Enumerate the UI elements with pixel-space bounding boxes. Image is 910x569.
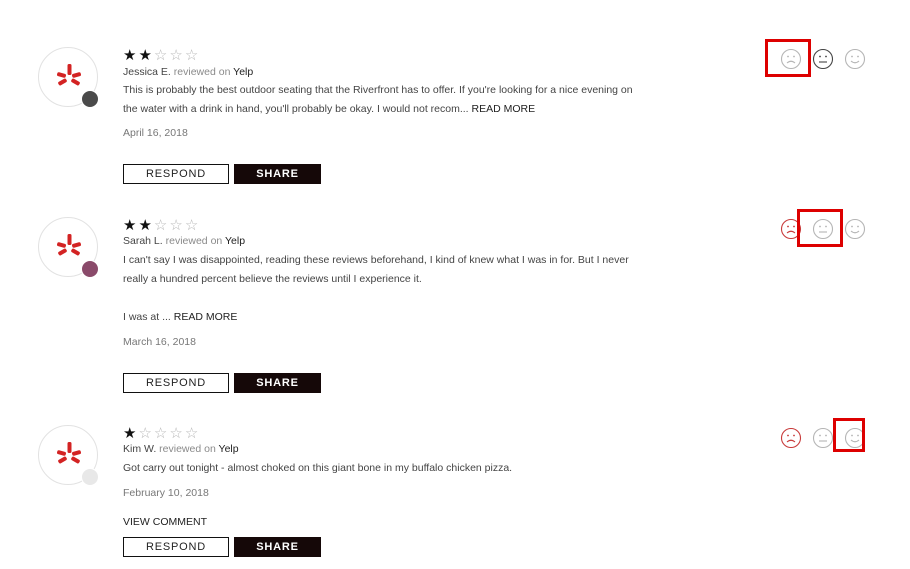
review-text: I can't say I was disappointed, reading … [123, 251, 683, 327]
platform-avatar [38, 425, 99, 486]
star-empty-icon: ☆ [153, 47, 170, 64]
author-name: Jessica E. [123, 66, 171, 78]
view-comment-link[interactable]: VIEW COMMENT [123, 516, 207, 528]
platform-name: Yelp [225, 235, 246, 247]
author-name: Sarah L. [123, 235, 163, 247]
user-avatar [81, 90, 99, 108]
platform-avatar [38, 217, 99, 278]
star-rating: ★☆☆☆☆ [123, 426, 200, 441]
share-button[interactable]: SHARE [234, 537, 321, 557]
review-byline: Sarah L. reviewed on Yelp [123, 235, 245, 247]
read-more-link[interactable]: READ MORE [171, 311, 238, 323]
star-filled-icon: ★ [138, 217, 154, 234]
neutral-face-icon[interactable] [812, 427, 834, 449]
review-text-line: I can't say I was disappointed, reading … [123, 254, 629, 266]
star-empty-icon: ☆ [184, 217, 201, 234]
respond-button[interactable]: RESPOND [123, 373, 229, 393]
yelp-logo-icon [57, 234, 81, 256]
star-empty-icon: ☆ [169, 47, 185, 64]
review-date: February 10, 2018 [123, 487, 209, 499]
review-text-line: really a hundred percent believe the rev… [123, 273, 422, 285]
review-byline: Kim W. reviewed on Yelp [123, 443, 239, 455]
star-empty-icon: ☆ [169, 425, 185, 442]
platform-avatar [38, 47, 99, 108]
frown-face-icon[interactable] [780, 427, 802, 449]
reviewed-word: reviewed [159, 443, 202, 455]
star-empty-icon: ☆ [169, 217, 185, 234]
star-filled-icon: ★ [123, 217, 139, 234]
star-rating: ★★☆☆☆ [123, 48, 200, 63]
review-text-line: I was at ... READ MORE [123, 311, 238, 323]
review-text: This is probably the best outdoor seatin… [123, 81, 683, 119]
yelp-logo-icon [57, 442, 81, 464]
frown-face-icon[interactable] [780, 48, 802, 70]
smile-face-icon[interactable] [844, 427, 866, 449]
neutral-face-icon[interactable] [812, 48, 834, 70]
smile-face-icon[interactable] [844, 218, 866, 240]
author-name: Kim W. [123, 443, 157, 455]
star-filled-icon: ★ [123, 425, 139, 442]
respond-button[interactable]: RESPOND [123, 537, 229, 557]
on-word: on [210, 235, 223, 247]
review-text-line: Got carry out tonight - almost choked on… [123, 462, 513, 474]
neutral-face-icon[interactable] [812, 218, 834, 240]
star-filled-icon: ★ [138, 47, 154, 64]
star-empty-icon: ☆ [138, 425, 154, 442]
on-word: on [218, 66, 231, 78]
frown-face-icon[interactable] [780, 218, 802, 240]
read-more-link[interactable]: READ MORE [469, 103, 535, 115]
reviewed-word: reviewed [165, 235, 208, 247]
on-word: on [204, 443, 216, 455]
reviewed-word: reviewed [173, 66, 216, 78]
yelp-logo-icon [57, 64, 81, 86]
platform-name: Yelp [218, 443, 239, 455]
share-button[interactable]: SHARE [234, 164, 321, 184]
user-avatar [81, 260, 99, 278]
review-byline: Jessica E. reviewed on Yelp [123, 66, 253, 78]
review-date: April 16, 2018 [123, 127, 188, 139]
review-date: March 16, 2018 [123, 336, 196, 348]
star-filled-icon: ★ [123, 47, 139, 64]
respond-button[interactable]: RESPOND [123, 164, 229, 184]
review-text: Got carry out tonight - almost choked on… [123, 459, 683, 478]
user-avatar-placeholder [81, 468, 99, 486]
smile-face-icon[interactable] [844, 48, 866, 70]
review-text-line: This is probably the best outdoor seatin… [123, 84, 633, 96]
star-empty-icon: ☆ [153, 425, 170, 442]
star-empty-icon: ☆ [184, 425, 201, 442]
share-button[interactable]: SHARE [234, 373, 321, 393]
review-text-line: the water with a drink in hand, you'll p… [123, 103, 536, 115]
review-text-line [123, 289, 683, 308]
star-empty-icon: ☆ [153, 217, 170, 234]
platform-name: Yelp [233, 66, 254, 78]
star-rating: ★★☆☆☆ [123, 218, 200, 233]
star-empty-icon: ☆ [184, 47, 201, 64]
